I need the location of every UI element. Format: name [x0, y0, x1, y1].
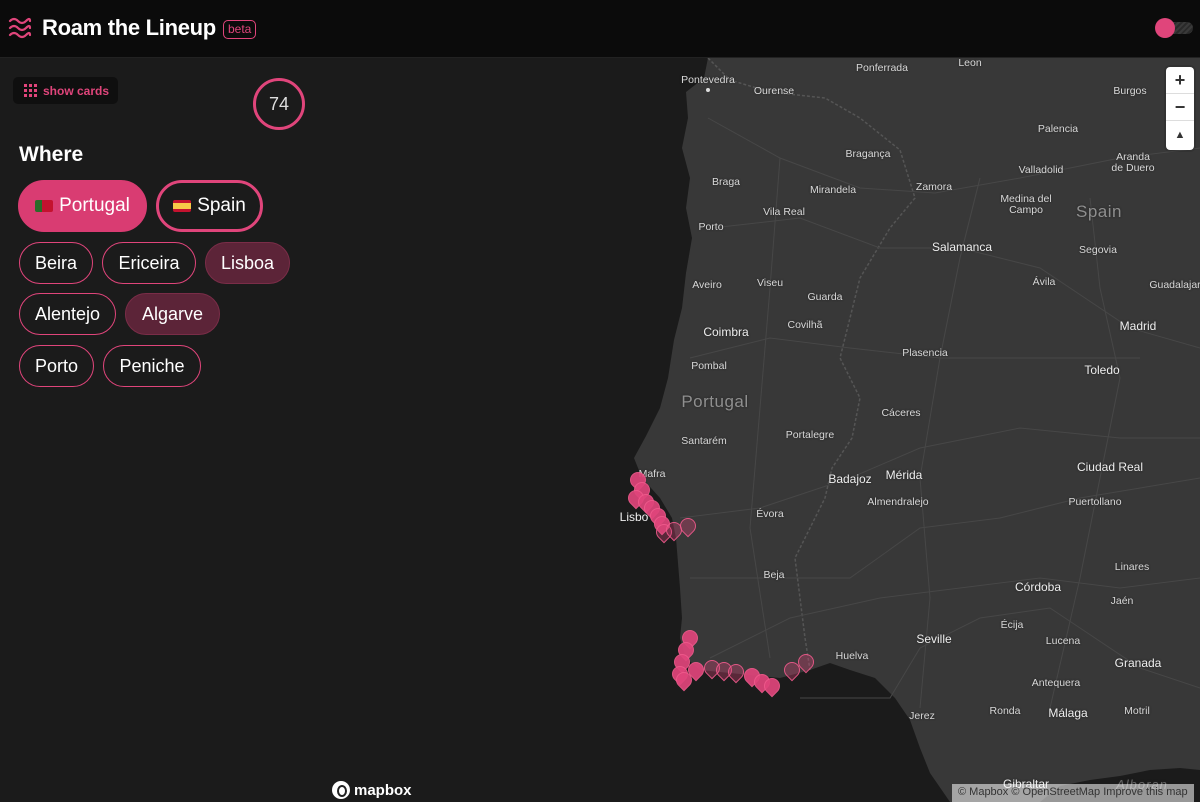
- map-label-avila: Ávila: [1032, 276, 1056, 288]
- map-label-granada: Granada: [1114, 656, 1162, 670]
- map-label-palencia: Palencia: [1037, 123, 1079, 135]
- map-label-salamanca: Salamanca: [931, 240, 993, 254]
- map-label-viseu: Viseu: [756, 277, 784, 289]
- beta-badge: beta: [223, 20, 257, 39]
- map-label-ecija: Écija: [1000, 619, 1024, 631]
- map-label-evora: Évora: [756, 508, 784, 520]
- region-label: Peniche: [119, 355, 185, 376]
- flag-portugal-icon: [35, 200, 54, 212]
- map-label-zamora: Zamora: [915, 181, 953, 193]
- region-pill-algarve[interactable]: Algarve: [125, 293, 220, 335]
- map-label-linares: Linares: [1114, 561, 1150, 573]
- show-cards-button[interactable]: show cards: [13, 77, 118, 104]
- map-label-vila-real: Vila Real: [763, 206, 805, 218]
- region-label: Porto: [34, 355, 79, 376]
- map-label-porto: Porto: [698, 221, 724, 233]
- map-label-braga: Braga: [711, 176, 741, 188]
- map-label-guarda: Guarda: [807, 291, 843, 303]
- region-pill-peniche[interactable]: Peniche: [103, 345, 201, 387]
- sidebar: show cards 74 Where Portugal Spain Beira…: [0, 58, 620, 802]
- map-label-aveiro: Aveiro: [692, 279, 722, 291]
- map-label-aranda: Aranda de Duero: [1111, 151, 1155, 174]
- country-label: Spain: [197, 195, 246, 216]
- region-pill-lisboa[interactable]: Lisboa: [205, 242, 290, 284]
- app-title[interactable]: Roam the Lineup: [42, 15, 216, 41]
- map-label-ronda: Ronda: [989, 705, 1021, 717]
- zoom-out-button[interactable]: −: [1166, 94, 1194, 121]
- top-bar: Roam the Lineup beta: [0, 0, 1200, 58]
- region-pill-beira[interactable]: Beira: [19, 242, 93, 284]
- city-dot: [706, 88, 710, 92]
- map-label-mirandela: Mirandela: [809, 184, 857, 196]
- map-label-valladolid: Valladolid: [1018, 164, 1064, 176]
- map-label-pontevedra: Pontevedra: [681, 74, 735, 86]
- map-attribution[interactable]: © Mapbox © OpenStreetMap Improve this ma…: [952, 784, 1194, 802]
- map-label-portugal: Portugal: [681, 392, 749, 411]
- map-label-huelva: Huelva: [835, 650, 869, 662]
- map-label-leon: Leon: [958, 58, 982, 69]
- where-heading: Where: [19, 143, 84, 166]
- zoom-in-button[interactable]: +: [1166, 67, 1194, 94]
- map-label-plasencia: Plasencia: [902, 347, 948, 359]
- map-label-guadalajara: Guadalajar: [1149, 279, 1200, 291]
- region-label: Algarve: [141, 303, 204, 324]
- region-label: Alentejo: [34, 303, 101, 324]
- region-label: Ericeira: [118, 252, 180, 273]
- map-label-medina: Medina del Campo: [1000, 193, 1052, 216]
- map-label-pombal: Pombal: [691, 360, 727, 372]
- map-label-almendralejo: Almendralejo: [867, 496, 929, 508]
- region-pill-ericeira[interactable]: Ericeira: [102, 242, 196, 284]
- zoom-control: + − ▲: [1166, 67, 1194, 150]
- map-label-motril: Motril: [1124, 705, 1150, 717]
- map-label-madrid: Madrid: [1119, 319, 1157, 333]
- map-label-ourense: Ourense: [753, 85, 795, 97]
- map-label-jerez: Jerez: [909, 710, 935, 722]
- map-label-seville: Seville: [916, 632, 952, 646]
- result-count: 74: [253, 78, 305, 130]
- country-pill-spain[interactable]: Spain: [156, 180, 263, 232]
- region-pill-porto[interactable]: Porto: [19, 345, 94, 387]
- map-label-merida: Mérida: [885, 468, 923, 482]
- region-label: Beira: [34, 252, 78, 273]
- map-label-jaen: Jaén: [1110, 595, 1134, 607]
- map-label-cordoba: Córdoba: [1014, 580, 1062, 594]
- map-view[interactable]: Pontevedra Ponferrada Leon Ourense Burgo…: [620, 58, 1200, 802]
- map-label-toledo: Toledo: [1084, 363, 1120, 377]
- map-label-covilha: Covilhã: [787, 319, 823, 331]
- compass-icon[interactable]: ▲: [1166, 121, 1194, 148]
- map-label-spain: Spain: [1076, 202, 1122, 221]
- toggle-knob: [1155, 18, 1175, 38]
- map-label-lucena: Lucena: [1045, 635, 1081, 647]
- waves-icon[interactable]: [8, 17, 32, 39]
- map-label-ponferrada: Ponferrada: [856, 62, 908, 74]
- region-label: Lisboa: [220, 252, 275, 273]
- map-label-caceres: Cáceres: [881, 407, 921, 419]
- mapbox-icon: [332, 781, 350, 799]
- flag-spain-icon: [173, 200, 192, 212]
- grid-icon: [24, 84, 37, 97]
- mapbox-logo-text: mapbox: [354, 781, 412, 799]
- map-label-burgos: Burgos: [1113, 85, 1147, 97]
- map-label-segovia: Segovia: [1079, 244, 1117, 256]
- map-label-ciudad-real: Ciudad Real: [1076, 460, 1144, 474]
- country-pill-portugal[interactable]: Portugal: [18, 180, 147, 232]
- map-label-malaga: Málaga: [1048, 706, 1088, 720]
- mapbox-logo[interactable]: mapbox: [332, 781, 412, 799]
- show-cards-label: show cards: [43, 83, 110, 98]
- map-label-coimbra: Coimbra: [703, 325, 749, 339]
- map-label-braganca: Bragança: [845, 148, 891, 160]
- map-label-santarem: Santarém: [681, 435, 727, 447]
- map-label-badajoz: Badajoz: [828, 472, 872, 486]
- theme-toggle[interactable]: [1155, 18, 1193, 38]
- country-label: Portugal: [59, 195, 130, 216]
- map-label-antequera: Antequera: [1031, 677, 1081, 689]
- map-label-puertollano: Puertollano: [1068, 496, 1122, 508]
- map-label-beja: Beja: [763, 569, 785, 581]
- region-pill-alentejo[interactable]: Alentejo: [19, 293, 116, 335]
- map-label-portalegre: Portalegre: [785, 429, 835, 441]
- map-label-lisboa: Lisbo: [620, 510, 649, 524]
